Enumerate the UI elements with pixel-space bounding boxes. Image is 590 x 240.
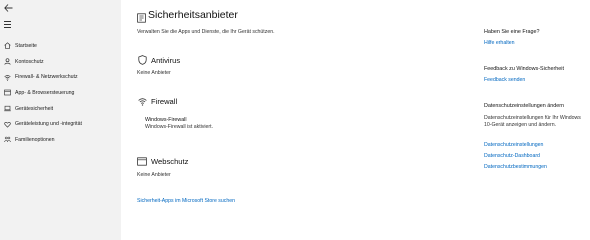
privacy-heading: Datenschutzeinstellungen ändern (484, 103, 565, 109)
main-content: Sicherheitsanbieter Verwalten Sie die Ap… (137, 0, 467, 240)
person-icon (3, 58, 11, 66)
antivirus-title: Antivirus (151, 55, 181, 65)
nav-item-label: Geräteleistung und -integrität (15, 121, 82, 128)
home-icon (3, 42, 11, 50)
nav-item-startseite[interactable]: Startseite (0, 38, 121, 54)
privacy-settings-link[interactable]: Datenschutzeinstellungen (484, 142, 543, 148)
back-button[interactable] (2, 4, 14, 14)
heart-icon (3, 120, 11, 128)
help-link[interactable]: Hilfe erhalten (484, 40, 515, 46)
privacy-dashboard-link[interactable]: Datenschutz-Dashboard (484, 153, 540, 159)
firewall-section-header: Firewall (137, 96, 177, 106)
security-providers-icon (137, 10, 146, 23)
browser-icon (3, 89, 11, 97)
wifi-icon (137, 96, 147, 106)
nav-item-label: Startseite (15, 42, 37, 49)
hamburger-menu-button[interactable] (2, 19, 14, 29)
firewall-provider-name[interactable]: Windows-Firewall (145, 117, 187, 123)
page-title: Sicherheitsanbieter (148, 9, 238, 21)
browser-icon (137, 156, 147, 166)
privacy-description: Datenschutzeinstellungen für Ihr Windows… (484, 115, 581, 128)
feedback-heading: Feedback zu Windows-Sicherheit (484, 66, 564, 72)
webschutz-section-header: Webschutz (137, 156, 188, 166)
nav-item-familienoptionen[interactable]: Familienoptionen (0, 132, 121, 148)
privacy-statement-link[interactable]: Datenschutzbestimmungen (484, 164, 547, 170)
laptop-icon (3, 105, 11, 113)
feedback-link[interactable]: Feedback senden (484, 77, 525, 83)
nav-item-label: Familienoptionen (15, 136, 55, 143)
wifi-icon (3, 73, 11, 81)
nav-item-kontoschutz[interactable]: Kontoschutz (0, 54, 121, 70)
firewall-provider-status: Windows-Firewall ist aktiviert. (145, 124, 214, 130)
nav-item-app-browser[interactable]: App- & Browsersteuerung (0, 85, 121, 101)
antivirus-section-header: Antivirus (137, 55, 180, 65)
store-link[interactable]: Sicherheit-Apps im Microsoft Store suche… (137, 198, 235, 204)
nav-item-label: Firewall- & Netzwerkschutz (15, 74, 78, 81)
webschutz-title: Webschutz (151, 156, 189, 166)
back-arrow-icon (3, 4, 12, 12)
question-heading: Haben Sie eine Frage? (484, 29, 540, 35)
sidebar: Startseite Kontoschutz Firewall- & Netzw… (0, 0, 121, 240)
antivirus-status: Keine Anbieter (137, 70, 171, 76)
firewall-title: Firewall (151, 96, 178, 106)
nav-item-label: App- & Browsersteuerung (15, 89, 75, 96)
family-icon (3, 136, 11, 144)
hamburger-icon (4, 21, 11, 22)
page-subtitle: Verwalten Sie die Apps und Dienste, die … (137, 29, 275, 35)
shield-icon (137, 55, 147, 65)
nav-item-geraeteleistung[interactable]: Geräteleistung und -integrität (0, 116, 121, 132)
nav-list: Startseite Kontoschutz Firewall- & Netzw… (0, 38, 121, 148)
nav-item-firewall[interactable]: Firewall- & Netzwerkschutz (0, 69, 121, 85)
webschutz-status: Keine Anbieter (137, 172, 171, 178)
nav-item-geraetesicherheit[interactable]: Gerätesicherheit (0, 101, 121, 117)
nav-item-label: Kontoschutz (15, 58, 44, 65)
nav-item-label: Gerätesicherheit (15, 105, 54, 112)
